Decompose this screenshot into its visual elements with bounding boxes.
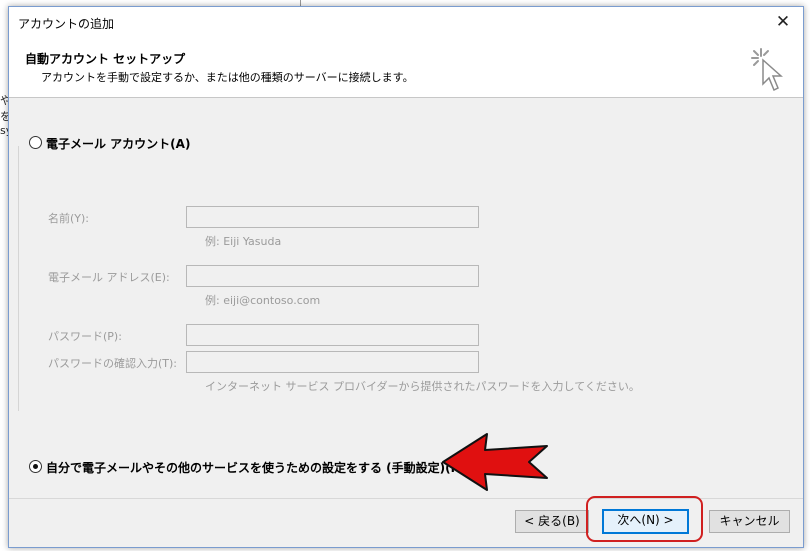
wizard-header: 自動アカウント セットアップ アカウントを手動で設定するか、または他の種類のサー… [9, 38, 803, 98]
wizard-body: 電子メール アカウント(A) 名前(Y): 例: Eiji Yasuda 電子メ… [9, 98, 803, 498]
name-label: 名前(Y): [48, 212, 90, 225]
manual-setup-label[interactable]: 自分で電子メールやその他のサービスを使うための設定をする (手動設定)(M) [46, 459, 468, 476]
setup-cursor-icon [751, 48, 783, 92]
name-field[interactable] [186, 206, 479, 228]
cancel-button[interactable]: キャンセル [709, 510, 790, 533]
title-bar: アカウントの追加 ✕ [9, 7, 803, 38]
back-button[interactable]: < 戻る(B) [515, 510, 589, 533]
password-confirm-label: パスワードの確認入力(T): [48, 357, 178, 370]
email-hint: 例: eiji@contoso.com [205, 294, 321, 307]
close-icon[interactable]: ✕ [773, 12, 793, 32]
email-field[interactable] [186, 265, 479, 287]
header-title: 自動アカウント セットアップ [25, 52, 186, 66]
red-arrow-annotation [442, 433, 548, 491]
header-subtitle: アカウントを手動で設定するか、または他の種類のサーバーに接続します。 [41, 71, 414, 84]
password-field[interactable] [186, 324, 479, 346]
password-confirm-field[interactable] [186, 351, 479, 373]
password-hint: インターネット サービス プロバイダーから提供されたパスワードを入力してください… [205, 380, 640, 393]
manual-setup-radio[interactable] [29, 460, 42, 473]
name-hint: 例: Eiji Yasuda [205, 235, 282, 248]
red-highlight-ring [586, 496, 703, 542]
add-account-dialog: アカウントの追加 ✕ 自動アカウント セットアップ アカウントを手動で設定するか… [8, 6, 804, 548]
password-label: パスワード(P): [48, 330, 122, 343]
email-label: 電子メール アドレス(E): [48, 271, 170, 284]
window-title: アカウントの追加 [18, 17, 115, 31]
